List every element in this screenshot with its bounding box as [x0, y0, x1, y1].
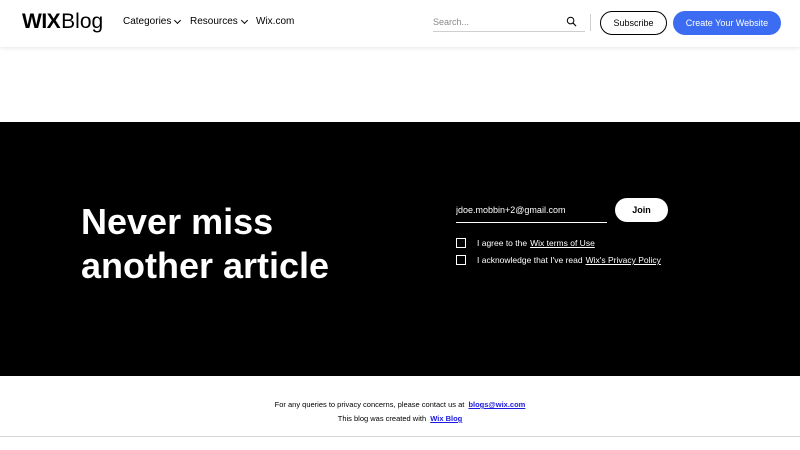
terms-of-use-link[interactable]: Wix terms of Use — [530, 238, 595, 248]
subscribe-button[interactable]: Subscribe — [600, 11, 667, 35]
nav-wix-com-label: Wix.com — [256, 16, 295, 27]
search-input[interactable] — [433, 13, 563, 31]
footer-privacy-text: For any queries to privacy concerns, ple… — [274, 400, 465, 409]
header-divider — [590, 14, 591, 31]
nav-categories[interactable]: Categories — [123, 16, 183, 27]
privacy-email-link[interactable]: blogs@wix.com — [468, 400, 525, 409]
search-icon[interactable] — [566, 16, 577, 27]
nav-categories-label: Categories — [123, 16, 172, 27]
wix-blog-link[interactable]: Wix Blog — [430, 414, 462, 423]
terms-checkbox[interactable] — [456, 238, 466, 248]
join-button[interactable]: Join — [615, 198, 668, 222]
search-box — [433, 12, 585, 32]
footer-divider — [0, 436, 800, 437]
nav-resources-label: Resources — [190, 16, 238, 27]
terms-consent-text: I agree to the — [477, 238, 528, 248]
newsletter-section: Never miss another article Join I agree … — [0, 122, 800, 376]
footer-privacy-line: For any queries to privacy concerns, ple… — [0, 400, 800, 409]
footer-created-line: This blog was created with Wix Blog — [0, 414, 800, 423]
chevron-down-icon — [174, 16, 182, 24]
site-header: WIX Blog Categories Resources Wix.com Su… — [0, 0, 800, 47]
privacy-consent-row: I acknowledge that I've read Wix's Priva… — [456, 255, 661, 265]
wix-blog-logo[interactable]: WIX Blog — [22, 10, 103, 36]
create-website-button[interactable]: Create Your Website — [673, 11, 781, 35]
chevron-down-icon — [240, 16, 248, 24]
email-field-wrapper — [456, 200, 607, 223]
logo-blog-text: Blog — [61, 10, 104, 33]
email-field[interactable] — [456, 200, 607, 220]
privacy-checkbox[interactable] — [456, 255, 466, 265]
nav-wix-com[interactable]: Wix.com — [256, 16, 296, 27]
footer-created-text: This blog was created with — [337, 414, 427, 423]
terms-consent-row: I agree to the Wix terms of Use — [456, 238, 595, 248]
privacy-consent-text: I acknowledge that I've read — [477, 255, 583, 265]
logo-wix-text: WIX — [22, 10, 61, 33]
nav-resources[interactable]: Resources — [190, 16, 250, 27]
privacy-policy-link[interactable]: Wix's Privacy Policy — [586, 255, 661, 265]
newsletter-headline: Never miss another article — [81, 201, 330, 286]
